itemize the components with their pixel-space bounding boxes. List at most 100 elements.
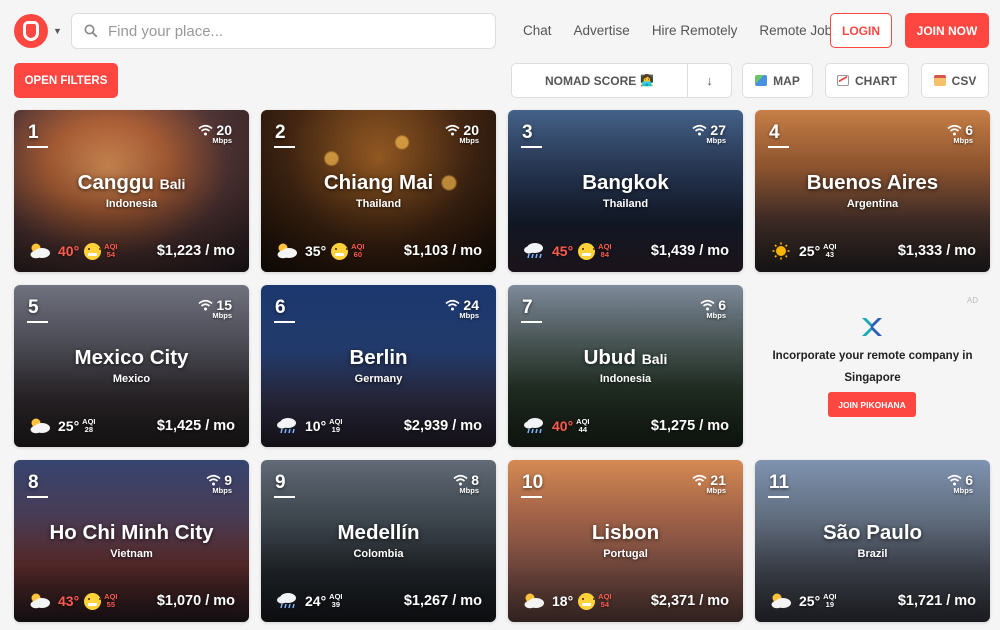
rank-underline xyxy=(768,496,789,498)
cost-of-living: $1,275 / mo xyxy=(650,418,729,434)
join-pikohana-button[interactable]: JOIN PIKOHANA xyxy=(828,392,916,417)
sun-icon xyxy=(772,242,790,260)
city-heading: Canggu Bali Indonesia xyxy=(14,171,249,210)
city-card[interactable]: 6 24 Mbps Berlin Germany 10° AQI 19 $2,939 / mo xyxy=(261,285,496,447)
city-card[interactable]: 9 8 Mbps Medellín Colombia 24° AQI 39 $1,267 / m… xyxy=(261,460,496,622)
internet-speed: 15 Mbps xyxy=(198,297,232,320)
city-card[interactable]: 1 20 Mbps Canggu Bali Indonesia 40° AQI 54 $1,22… xyxy=(14,110,249,272)
city-name: Medellín xyxy=(337,521,420,544)
cost-of-living: $2,939 / mo xyxy=(403,418,482,434)
speed-unit: Mbps xyxy=(706,486,726,495)
city-title: Ho Chi Minh City xyxy=(14,521,249,545)
wifi-icon xyxy=(445,124,460,136)
cost-of-living: $1,333 / mo xyxy=(897,243,976,259)
speed-unit: Mbps xyxy=(953,136,973,145)
city-rank: 6 xyxy=(275,297,286,318)
map-button[interactable]: MAP xyxy=(742,63,813,98)
city-card[interactable]: 8 9 Mbps Ho Chi Minh City Vietnam 43° AQI 55 $1,… xyxy=(14,460,249,622)
nav-chat[interactable]: Chat xyxy=(523,23,552,38)
hot-face-icon xyxy=(578,242,596,260)
wifi-icon xyxy=(947,474,962,486)
partly-cloudy-icon xyxy=(30,243,50,259)
card-footer: 10° AQI 19 $2,939 / mo xyxy=(275,417,482,435)
open-filters-button[interactable]: OPEN FILTERS xyxy=(14,63,118,98)
sort-control: NOMAD SCORE 👩‍💻 ↓ xyxy=(511,63,732,98)
hot-face-icon xyxy=(84,242,102,260)
internet-speed: 6 Mbps xyxy=(947,472,973,495)
nav-advertise[interactable]: Advertise xyxy=(574,23,630,38)
city-title: Buenos Aires xyxy=(755,171,990,195)
city-title: Bangkok xyxy=(508,171,743,195)
wifi-icon xyxy=(692,474,707,486)
internet-speed: 20 Mbps xyxy=(198,122,232,145)
air-quality: AQI 28 xyxy=(82,418,95,434)
partly-cloudy-icon xyxy=(30,593,50,609)
login-button[interactable]: LOGIN xyxy=(830,13,892,48)
temperature: 10° xyxy=(305,418,327,434)
city-card[interactable]: 11 6 Mbps São Paulo Brazil 25° AQI 19 $1,721 / m… xyxy=(755,460,990,622)
chevron-down-icon[interactable]: ▼ xyxy=(53,26,62,36)
air-quality: AQI 84 xyxy=(598,243,611,259)
city-name: Ubud xyxy=(583,346,636,369)
chart-button[interactable]: CHART xyxy=(825,63,909,98)
card-footer: 40° AQI 44 $1,275 / mo xyxy=(522,417,729,435)
city-region: Bali xyxy=(641,351,668,367)
city-rank: 8 xyxy=(28,472,39,493)
nav-remote-jobs[interactable]: Remote Jobs xyxy=(759,23,839,38)
rank-underline xyxy=(274,146,295,148)
ad-card[interactable]: AD Incorporate your remote company in Si… xyxy=(755,285,990,447)
city-card[interactable]: 3 27 Mbps Bangkok Thailand 45° AQI 84 $1,439 / m… xyxy=(508,110,743,272)
city-card[interactable]: 2 20 Mbps Chiang Mai Thailand 35° AQI 60 $1,103 … xyxy=(261,110,496,272)
city-name: Chiang Mai xyxy=(323,171,434,194)
city-country: Argentina xyxy=(846,198,899,210)
city-heading: Ubud Bali Indonesia xyxy=(508,346,743,385)
map-label: MAP xyxy=(773,73,800,88)
aqi-value: 54 xyxy=(106,250,116,259)
city-title: Ubud Bali xyxy=(508,346,743,370)
join-now-button[interactable]: JOIN NOW xyxy=(905,13,989,48)
search-input[interactable] xyxy=(108,22,488,40)
internet-speed: 9 Mbps xyxy=(206,472,232,495)
wifi-icon xyxy=(453,474,468,486)
city-card[interactable]: 10 21 Mbps Lisbon Portugal 18° AQI 54 $2,371 / m… xyxy=(508,460,743,622)
aqi-value: 19 xyxy=(331,425,341,434)
wifi-icon xyxy=(206,474,221,486)
rank-underline xyxy=(27,321,48,323)
temperature: 25° xyxy=(799,593,821,609)
aqi-value: 43 xyxy=(825,250,835,259)
city-heading: Lisbon Portugal xyxy=(508,521,743,560)
aqi-value: 60 xyxy=(353,250,363,259)
rain-icon xyxy=(524,243,543,259)
card-footer: 18° AQI 54 $2,371 / mo xyxy=(522,592,729,610)
logo[interactable] xyxy=(14,14,48,48)
partly-cloudy-icon xyxy=(524,593,544,609)
city-country: Thailand xyxy=(355,198,402,210)
cost-of-living: $1,267 / mo xyxy=(403,593,482,609)
city-name: Lisbon xyxy=(591,521,660,544)
city-card[interactable]: 4 6 Mbps Buenos Aires Argentina 25° AQI 43 $1,33… xyxy=(755,110,990,272)
city-name: Berlin xyxy=(349,346,408,369)
nav-hire-remotely[interactable]: Hire Remotely xyxy=(652,23,738,38)
speed-unit: Mbps xyxy=(953,486,973,495)
city-name: Canggu xyxy=(77,171,154,194)
air-quality: AQI 19 xyxy=(329,418,342,434)
city-card[interactable]: 5 15 Mbps Mexico City Mexico 25° AQI 28 $1,425 /… xyxy=(14,285,249,447)
wifi-icon xyxy=(692,124,707,136)
speed-unit: Mbps xyxy=(212,311,232,320)
city-title: Berlin xyxy=(261,346,496,370)
city-title: Canggu Bali xyxy=(14,171,249,195)
city-heading: Bangkok Thailand xyxy=(508,171,743,210)
csv-button[interactable]: CSV xyxy=(921,63,989,98)
sort-direction-button[interactable]: ↓ xyxy=(688,64,731,97)
sort-select[interactable]: NOMAD SCORE 👩‍💻 xyxy=(512,64,688,97)
city-title: Lisbon xyxy=(508,521,743,545)
city-card[interactable]: 7 6 Mbps Ubud Bali Indonesia 40° AQI 44 $1,275 /… xyxy=(508,285,743,447)
city-title: São Paulo xyxy=(755,521,990,545)
search-bar[interactable] xyxy=(71,13,496,49)
rain-icon xyxy=(277,593,296,609)
card-footer: 25° AQI 43 $1,333 / mo xyxy=(769,242,976,260)
cost-of-living: $1,103 / mo xyxy=(403,243,482,259)
city-heading: Buenos Aires Argentina xyxy=(755,171,990,210)
city-name: Buenos Aires xyxy=(806,171,939,194)
rank-underline xyxy=(521,496,542,498)
